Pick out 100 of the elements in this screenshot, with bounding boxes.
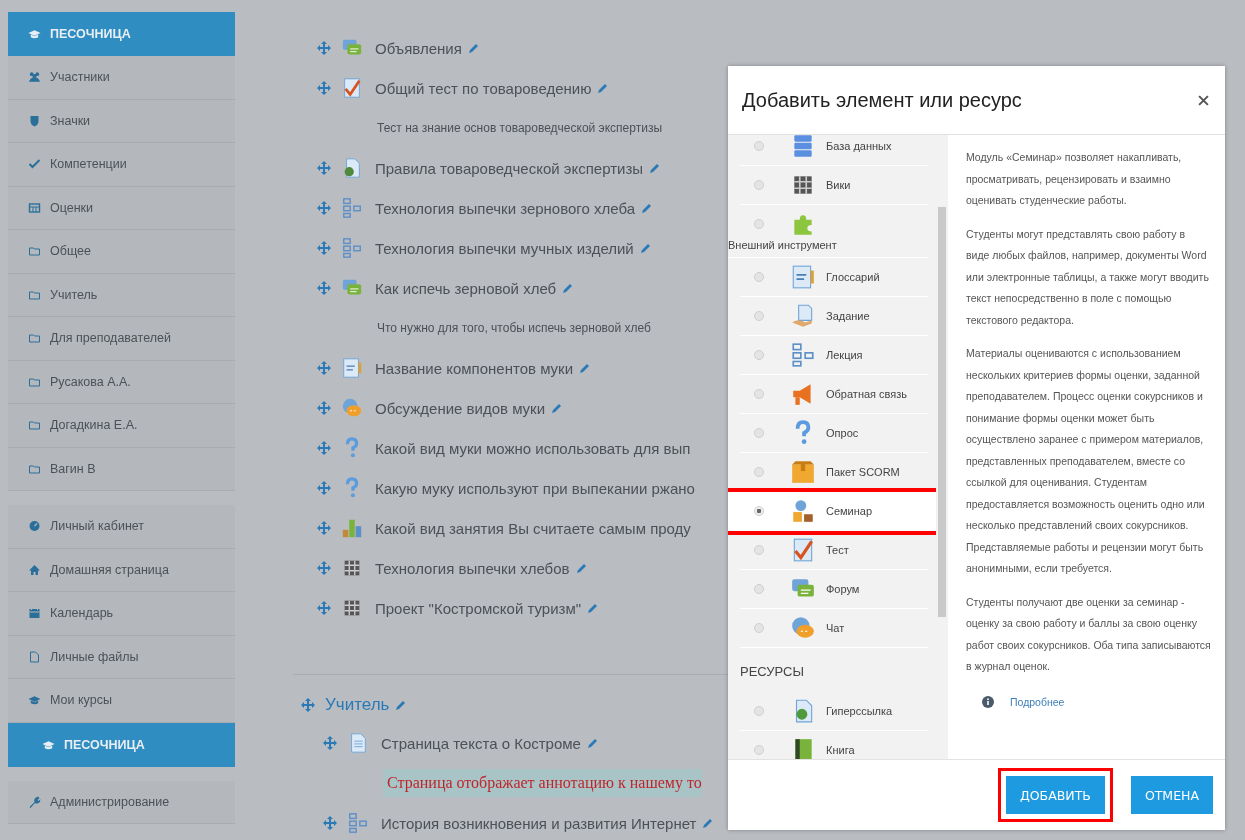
radio-button[interactable] [754,623,764,633]
module-option[interactable]: Вики [740,166,928,205]
course-nav-header[interactable]: ПЕСОЧНИЦА [8,12,235,56]
move-icon[interactable] [317,161,331,175]
module-option[interactable]: Форум [740,570,928,609]
activity-link[interactable]: Название компонентов муки [375,359,574,377]
pencil-icon[interactable] [467,42,480,54]
move-icon[interactable] [317,241,331,255]
activity-link[interactable]: Технология выпечки зернового хлеба [375,199,635,217]
radio-button[interactable] [754,219,764,229]
module-option[interactable]: Обратная связь [740,375,928,414]
radio-button[interactable] [754,545,764,555]
pencil-icon[interactable] [551,402,564,414]
radio-button[interactable] [754,428,764,438]
module-option[interactable]: Чат [740,609,928,648]
sidebar-item[interactable]: Администрирование [8,780,235,824]
activity-link[interactable]: Правила товароведческой экспертизы [375,159,644,177]
activity-link[interactable]: Страница текста о Костроме [381,734,581,752]
pencil-icon[interactable] [575,562,588,574]
activity-link[interactable]: Технология выпечки мучных изделий [375,239,634,257]
radio-button[interactable] [754,706,764,716]
sidebar-item[interactable]: Вагин В [8,447,235,491]
activity-link[interactable]: Объявления [375,39,462,57]
activity-link[interactable]: Какой вид муки можно использовать для вып [375,439,691,457]
pencil-icon[interactable] [649,162,662,174]
activity-link[interactable]: Какой вид занятия Вы считаете самым проду [375,519,691,537]
sidebar-item[interactable]: Участники [8,56,235,100]
sidebar-item[interactable]: Учитель [8,273,235,317]
dialog-button[interactable]: ДОБАВИТЬ [1006,776,1105,814]
radio-button[interactable] [754,311,764,321]
sidebar-item[interactable]: Оценки [8,186,235,230]
move-icon[interactable] [301,698,315,712]
module-option[interactable]: Опрос [740,414,928,453]
sidebar-item[interactable]: Домашняя страница [8,548,235,592]
sidebar-item[interactable]: Компетенции [8,143,235,187]
sidebar-item[interactable]: Мои курсы [8,679,235,723]
sidebar-item[interactable]: Значки [8,99,235,143]
move-icon[interactable] [317,41,331,55]
pencil-icon[interactable] [597,82,610,94]
people-peer-icon [790,498,816,524]
activity-link[interactable]: История возникновения и развития Интернет [381,814,697,832]
list-heading: РЕСУРСЫ [740,663,805,681]
module-option[interactable]: Тест [740,531,928,570]
radio-button[interactable] [754,584,764,594]
dialog-title: Добавить элемент или ресурс [742,88,1022,112]
move-icon[interactable] [317,441,331,455]
activity-link[interactable]: Общий тест по товароведению [375,79,592,97]
pencil-icon[interactable] [641,202,653,214]
radio-button[interactable] [754,389,764,399]
activity-link[interactable]: Проект "Костромской туризм" [375,599,582,617]
radio-button[interactable] [754,467,764,477]
home-icon [28,563,41,576]
module-option[interactable]: База данных [740,135,928,166]
pencil-icon[interactable] [579,362,592,374]
radio-button[interactable] [754,180,764,190]
section-title[interactable]: Учитель [325,695,390,715]
module-option[interactable]: Внешний инструмент [728,205,928,258]
pencil-icon[interactable] [586,737,599,749]
close-icon[interactable] [1198,94,1209,106]
move-icon[interactable] [317,561,331,575]
sidebar-item[interactable]: Личный кабинет [8,505,235,549]
module-option[interactable]: Книга [740,731,928,759]
sidebar-item[interactable]: Календарь [8,592,235,636]
move-icon[interactable] [323,736,337,750]
move-icon[interactable] [323,816,337,830]
radio-button[interactable] [754,141,764,151]
sidebar-item[interactable]: Для преподавателей [8,317,235,361]
sidebar-item[interactable]: Личные файлы [8,635,235,679]
radio-button[interactable] [754,272,764,282]
sidebar-item[interactable]: Русакова А.А. [8,360,235,404]
more-info-link[interactable]: Подробнее [1010,691,1065,713]
radio-button[interactable] [754,745,764,755]
sidebar-item[interactable]: Общее [8,230,235,274]
module-option[interactable]: Гиперссылка [740,692,928,731]
pencil-icon[interactable] [702,817,715,829]
move-icon[interactable] [317,281,331,295]
current-course-item[interactable]: ПЕСОЧНИЦА [8,722,235,767]
dialog-button[interactable]: ОТМЕНА [1130,776,1213,814]
move-icon[interactable] [317,361,331,375]
pencil-icon[interactable] [562,282,575,294]
activity-link[interactable]: Как испечь зерновой хлеб [375,279,557,297]
pencil-icon[interactable] [395,699,408,711]
move-icon[interactable] [317,81,331,95]
activity-link[interactable]: Какую муку используют при выпекании ржано [375,479,695,497]
module-option[interactable]: Глоссарий [740,258,928,297]
pencil-icon[interactable] [587,602,600,614]
move-icon[interactable] [317,521,331,535]
info-icon [982,696,994,709]
module-option[interactable]: Задание [740,297,928,336]
pencil-icon[interactable] [639,242,652,254]
move-icon[interactable] [317,601,331,615]
activity-link[interactable]: Технология выпечки хлебов [375,559,570,577]
activity-link[interactable]: Обсуждение видов муки [375,399,546,417]
radio-button[interactable] [754,506,764,516]
module-option[interactable]: Лекция [740,336,928,375]
move-icon[interactable] [317,401,331,415]
radio-button[interactable] [754,350,764,360]
move-icon[interactable] [317,481,331,495]
sidebar-item[interactable]: Догадкина Е.А. [8,404,235,448]
move-icon[interactable] [317,201,331,215]
